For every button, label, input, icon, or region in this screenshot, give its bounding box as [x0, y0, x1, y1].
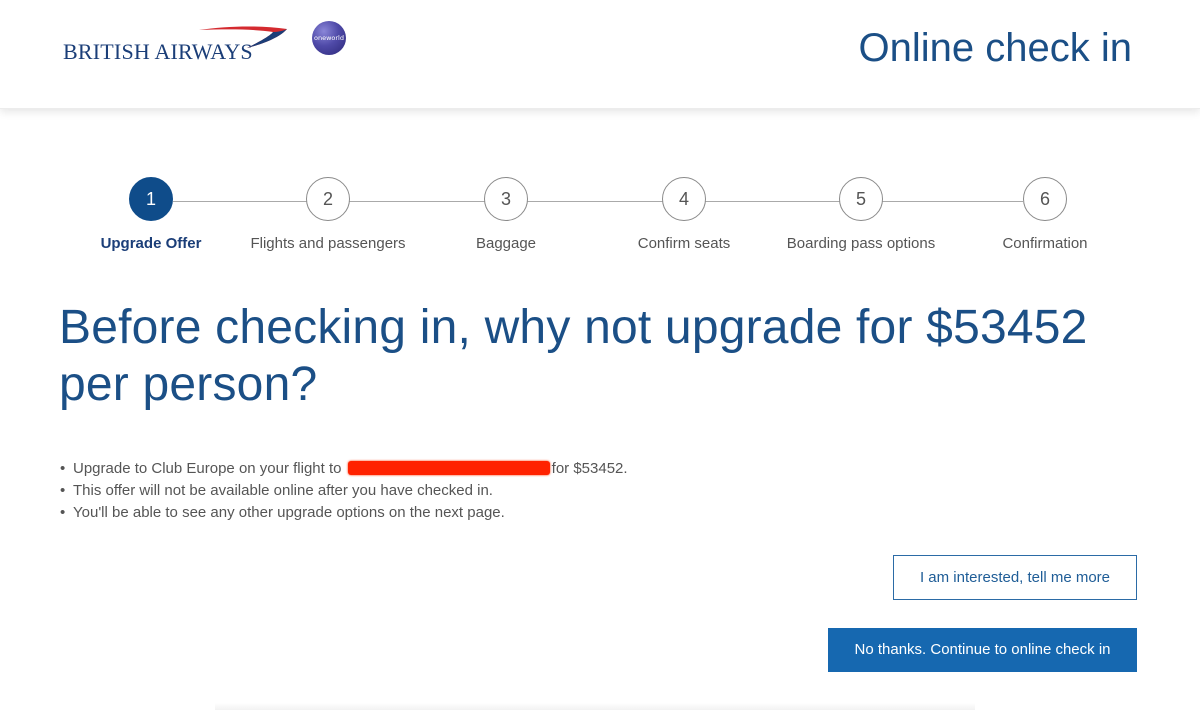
content-bottom-edge: [215, 703, 975, 710]
offer-bullet-other-options: You'll be able to see any other upgrade …: [60, 502, 628, 524]
step-number: 6: [1023, 177, 1067, 221]
step-label: Upgrade Offer: [100, 235, 202, 252]
step-label: Flights and passengers: [250, 235, 406, 252]
speedmarque-icon: [199, 26, 287, 48]
step-flights-and-passengers: 2 Flights and passengers: [238, 170, 418, 252]
step-label: Boarding pass options: [786, 235, 936, 252]
step-number: 1: [129, 177, 173, 221]
step-confirmation: 6 Confirmation: [955, 170, 1135, 252]
offer-bullet-prefix: Upgrade to Club Europe on your flight to: [73, 460, 342, 477]
interested-tell-me-more-button[interactable]: I am interested, tell me more: [893, 555, 1137, 600]
redacted-destination: [347, 461, 550, 475]
upgrade-offer-details: Upgrade to Club Europe on your flight to…: [60, 458, 628, 524]
continue-to-checkin-button[interactable]: No thanks. Continue to online check in: [828, 628, 1137, 672]
checkin-progress-stepper: 1 Upgrade Offer 2 Flights and passengers…: [0, 170, 1200, 260]
oneworld-logo-icon: oneworld: [312, 21, 346, 55]
offer-bullet-price: for $53452.: [551, 460, 628, 477]
step-number: 4: [662, 177, 706, 221]
step-label: Baggage: [475, 235, 537, 252]
page-header: BRITISH AIRWAYS oneworld Online check in: [0, 0, 1200, 109]
step-confirm-seats: 4 Confirm seats: [594, 170, 774, 252]
step-number: 2: [306, 177, 350, 221]
step-baggage: 3 Baggage: [416, 170, 596, 252]
step-number: 5: [839, 177, 883, 221]
step-upgrade-offer: 1 Upgrade Offer: [61, 170, 241, 252]
upgrade-offer-headline: Before checking in, why not upgrade for …: [59, 301, 1088, 411]
offer-bullet-availability: This offer will not be available online …: [60, 480, 628, 502]
page-header-title: Online check in: [858, 26, 1132, 70]
step-number: 3: [484, 177, 528, 221]
step-label: Confirm seats: [637, 235, 731, 252]
step-boarding-pass-options: 5 Boarding pass options: [771, 170, 951, 252]
step-label: Confirmation: [1002, 235, 1088, 252]
offer-bullet-upgrade: Upgrade to Club Europe on your flight to…: [60, 458, 628, 480]
